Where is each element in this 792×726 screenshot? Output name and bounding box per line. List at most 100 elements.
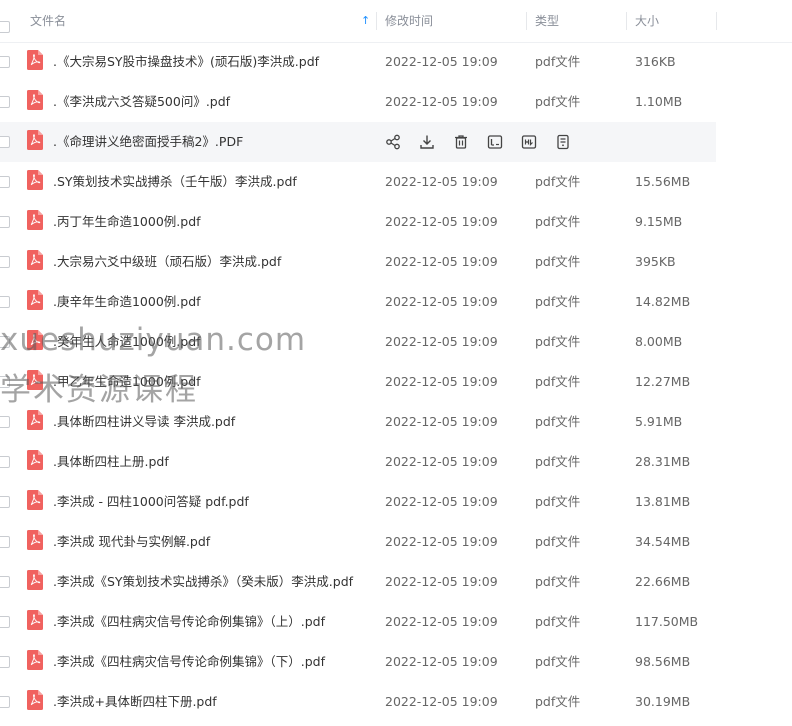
- file-name[interactable]: .《大宗易SY股市操盘技术》(顽石版)李洪成.pdf: [53, 42, 319, 82]
- file-row[interactable]: .李洪成《SY策划技术实战搏杀》（癸未版）李洪成.pdf 2022-12-05 1…: [0, 562, 792, 602]
- file-row[interactable]: .SY策划技术实战搏杀（壬午版）李洪成.pdf 2022-12-05 19:09 p…: [0, 162, 792, 202]
- file-date: 2022-12-05 19:09: [385, 54, 498, 69]
- row-checkbox[interactable]: [0, 256, 10, 268]
- column-divider[interactable]: [526, 12, 527, 30]
- file-name[interactable]: .大宗易六爻中级班（顽石版）李洪成.pdf: [53, 242, 281, 282]
- row-checkbox[interactable]: [0, 656, 10, 668]
- file-type: pdf文件: [535, 294, 581, 309]
- more-icon[interactable]: [554, 133, 572, 151]
- file-date: 2022-12-05 19:09: [385, 174, 498, 189]
- file-name[interactable]: .具体断四柱上册.pdf: [53, 442, 169, 482]
- file-row[interactable]: .庚辛年生命造1000例.pdf 2022-12-05 19:09 pdf文件 14.…: [0, 282, 792, 322]
- file-size: 22.66MB: [635, 574, 691, 589]
- pdf-file-icon: [27, 650, 43, 670]
- file-row[interactable]: .具体断四柱讲义导读 李洪成.pdf 2022-12-05 19:09 pdf文件 5…: [0, 402, 792, 442]
- column-header-name[interactable]: 文件名 ↑: [30, 0, 375, 42]
- file-row[interactable]: .甲乙年生命造1000例.pdf 2022-12-05 19:09 pdf文件 12.…: [0, 362, 792, 402]
- column-divider[interactable]: [716, 12, 717, 30]
- file-size: 15.56MB: [635, 174, 691, 189]
- file-list-header: 文件名 ↑ 修改时间 类型 大小: [0, 0, 792, 43]
- row-checkbox[interactable]: [0, 176, 10, 188]
- file-date: 2022-12-05 19:09: [385, 374, 498, 389]
- file-size: 8.00MB: [635, 334, 683, 349]
- file-size: 395KB: [635, 254, 676, 269]
- file-date: 2022-12-05 19:09: [385, 614, 498, 629]
- file-row[interactable]: .《李洪成六爻答疑500问》.pdf 2022-12-05 19:09 pdf文件 1…: [0, 82, 792, 122]
- share-icon[interactable]: [384, 133, 402, 151]
- pdf-file-icon: [27, 130, 43, 150]
- file-date: 2022-12-05 19:09: [385, 694, 498, 709]
- file-size: 5.91MB: [635, 414, 683, 429]
- file-row[interactable]: .李洪成 - 四柱1000问答疑 pdf.pdf 2022-12-05 19:09…: [0, 482, 792, 522]
- file-row[interactable]: .《命理讲义绝密面授手稿2》.PDF: [0, 122, 716, 162]
- file-date: 2022-12-05 19:09: [385, 94, 498, 109]
- delete-icon[interactable]: [452, 133, 470, 151]
- file-row[interactable]: .李洪成+具体断四柱下册.pdf 2022-12-05 19:09 pdf文件 30.…: [0, 682, 792, 722]
- file-row[interactable]: .丙丁年生命造1000例.pdf 2022-12-05 19:09 pdf文件 9.1…: [0, 202, 792, 242]
- row-checkbox[interactable]: [0, 376, 10, 388]
- file-row[interactable]: .李洪成《四柱病灾信号传论命例集锦》（上）.pdf 2022-12-05 19:0…: [0, 602, 792, 642]
- file-row[interactable]: .李洪成 现代卦与实例解.pdf 2022-12-05 19:09 pdf文件 34.…: [0, 522, 792, 562]
- file-row[interactable]: .大宗易六爻中级班（顽石版）李洪成.pdf 2022-12-05 19:09 pdf…: [0, 242, 792, 282]
- file-size: 28.31MB: [635, 454, 691, 469]
- column-divider[interactable]: [626, 12, 627, 30]
- rename-icon[interactable]: [486, 133, 504, 151]
- sort-ascending-icon[interactable]: ↑: [361, 0, 370, 42]
- pdf-file-icon: [27, 250, 43, 270]
- column-header-modified-label: 修改时间: [385, 14, 434, 28]
- file-name[interactable]: .SY策划技术实战搏杀（壬午版）李洪成.pdf: [53, 162, 297, 202]
- file-name[interactable]: .李洪成+具体断四柱下册.pdf: [53, 682, 217, 722]
- file-name[interactable]: .甲乙年生命造1000例.pdf: [53, 362, 201, 402]
- row-checkbox[interactable]: [0, 216, 10, 228]
- row-checkbox[interactable]: [0, 456, 10, 468]
- file-name[interactable]: .李洪成 现代卦与实例解.pdf: [53, 522, 210, 562]
- file-name[interactable]: .《命理讲义绝密面授手稿2》.PDF: [53, 122, 243, 162]
- file-row[interactable]: .具体断四柱上册.pdf 2022-12-05 19:09 pdf文件 28.31MB: [0, 442, 792, 482]
- file-type: pdf文件: [535, 374, 581, 389]
- file-name[interactable]: .丙丁年生命造1000例.pdf: [53, 202, 201, 242]
- row-checkbox[interactable]: [0, 416, 10, 428]
- file-name[interactable]: .具体断四柱讲义导读 李洪成.pdf: [53, 402, 235, 442]
- file-size: 1.10MB: [635, 94, 683, 109]
- column-divider[interactable]: [376, 12, 377, 30]
- pdf-file-icon: [27, 610, 43, 630]
- move-icon[interactable]: [520, 133, 538, 151]
- file-type: pdf文件: [535, 334, 581, 349]
- row-checkbox[interactable]: [0, 696, 10, 708]
- file-type: pdf文件: [535, 534, 581, 549]
- column-header-type[interactable]: 类型: [535, 0, 625, 42]
- row-checkbox[interactable]: [0, 536, 10, 548]
- file-name[interactable]: .李洪成《SY策划技术实战搏杀》（癸未版）李洪成.pdf: [53, 562, 353, 602]
- column-header-modified[interactable]: 修改时间: [385, 0, 525, 42]
- column-header-size[interactable]: 大小: [635, 0, 715, 42]
- row-checkbox[interactable]: [0, 136, 10, 148]
- file-type: pdf文件: [535, 694, 581, 709]
- row-checkbox[interactable]: [0, 56, 10, 68]
- file-name[interactable]: .李洪成《四柱病灾信号传论命例集锦》（上）.pdf: [53, 602, 325, 642]
- download-icon[interactable]: [418, 133, 436, 151]
- file-size: 14.82MB: [635, 294, 691, 309]
- row-checkbox[interactable]: [0, 296, 10, 308]
- file-type: pdf文件: [535, 574, 581, 589]
- row-checkbox[interactable]: [0, 576, 10, 588]
- file-date: 2022-12-05 19:09: [385, 334, 498, 349]
- file-row[interactable]: .癸年生人命造1000例.pdf 2022-12-05 19:09 pdf文件 8.0…: [0, 322, 792, 362]
- row-checkbox[interactable]: [0, 496, 10, 508]
- file-row[interactable]: .李洪成《四柱病灾信号传论命例集锦》（下）.pdf 2022-12-05 19:0…: [0, 642, 792, 682]
- file-name[interactable]: .《李洪成六爻答疑500问》.pdf: [53, 82, 230, 122]
- file-name[interactable]: .李洪成《四柱病灾信号传论命例集锦》（下）.pdf: [53, 642, 325, 682]
- select-all-checkbox[interactable]: [0, 21, 10, 33]
- pdf-file-icon: [27, 50, 43, 70]
- row-checkbox[interactable]: [0, 96, 10, 108]
- file-type: pdf文件: [535, 494, 581, 509]
- file-date: 2022-12-05 19:09: [385, 574, 498, 589]
- file-type: pdf文件: [535, 254, 581, 269]
- row-checkbox[interactable]: [0, 336, 10, 348]
- pdf-file-icon: [27, 170, 43, 190]
- file-name[interactable]: .癸年生人命造1000例.pdf: [53, 322, 201, 362]
- file-size: 34.54MB: [635, 534, 691, 549]
- file-row[interactable]: .《大宗易SY股市操盘技术》(顽石版)李洪成.pdf 2022-12-05 19:…: [0, 42, 792, 82]
- file-name[interactable]: .李洪成 - 四柱1000问答疑 pdf.pdf: [53, 482, 249, 522]
- row-checkbox[interactable]: [0, 616, 10, 628]
- file-name[interactable]: .庚辛年生命造1000例.pdf: [53, 282, 201, 322]
